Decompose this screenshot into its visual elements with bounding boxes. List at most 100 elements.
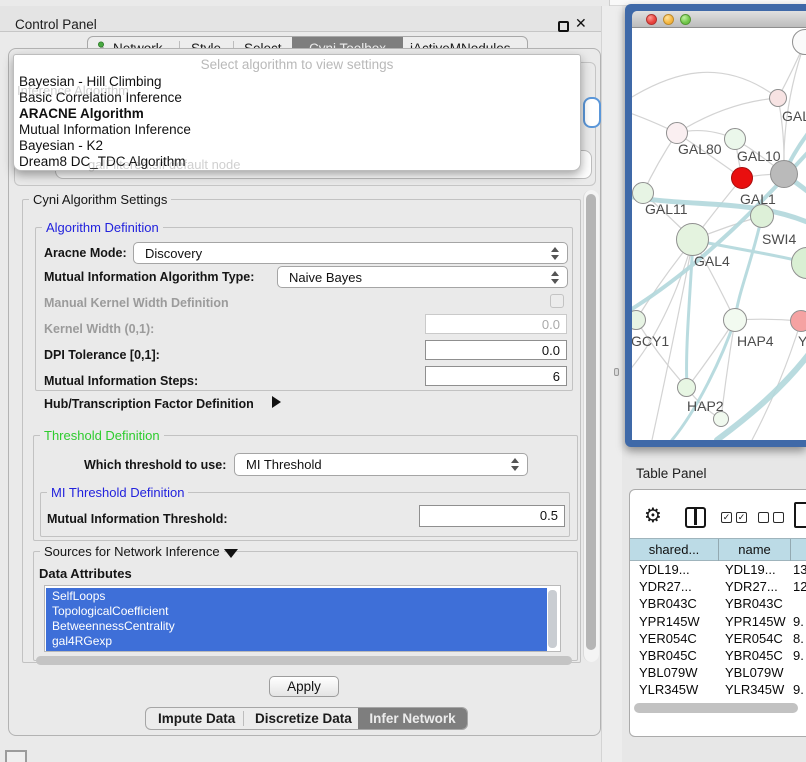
dropdown-item[interactable]: Basic Correlation Inference [19, 90, 182, 105]
stepper-arrows-icon [551, 247, 559, 260]
dropdown-item-selected[interactable]: ARACNE Algorithm [19, 106, 144, 121]
cell: YDL19... [725, 562, 776, 577]
table-row[interactable]: YDR27... YDR27... 12 [630, 578, 806, 595]
corner-widget-icon[interactable] [5, 750, 27, 762]
close-icon[interactable]: ✕ [575, 15, 587, 32]
mi-steps-field[interactable]: 6 [425, 366, 567, 386]
checked-checkbox-icon[interactable]: ✓ [721, 512, 732, 523]
dropdown-item[interactable]: Bayesian - Hill Climbing [19, 74, 162, 89]
dropdown-item[interactable]: Bayesian - K2 [19, 138, 103, 153]
cell: YBR043C [639, 596, 697, 611]
node-label: GAL4 [694, 253, 730, 269]
list-item-selected[interactable]: gal4RGexp [46, 633, 547, 651]
cell: YLR345W [725, 682, 784, 697]
network-node-gal4[interactable] [676, 223, 709, 256]
list-item-selected[interactable]: TopologicalCoefficient [46, 603, 547, 618]
cell: 13 [793, 562, 806, 577]
list-item-selected[interactable]: BetweennessCentrality [46, 618, 547, 633]
kernel-width-field[interactable]: 0.0 [425, 314, 567, 334]
network-node-hap2[interactable] [677, 378, 696, 397]
table-row[interactable]: YBR043C YBR043C [630, 595, 806, 612]
dropdown-item[interactable]: Dream8 DC_TDC Algorithm [19, 154, 186, 169]
node-label-clipped: GAL [782, 108, 806, 124]
cell: YPR145W [639, 614, 700, 629]
settings-scrollbar-thumb[interactable] [586, 194, 596, 650]
mi-threshold-group-title: MI Threshold Definition [47, 485, 188, 500]
table-row[interactable]: YER054C YER054C 8. [630, 630, 806, 647]
cell: 9. [793, 682, 804, 697]
float-window-icon[interactable] [558, 21, 569, 32]
table-row[interactable]: YLR345W YLR345W 9. [630, 681, 806, 698]
cell: 12 [793, 579, 806, 594]
dpi-tolerance-field[interactable]: 0.0 [425, 340, 567, 360]
threshold-definition-title: Threshold Definition [40, 428, 164, 443]
tab-infer-network[interactable]: Infer Network [358, 708, 467, 729]
split-columns-icon[interactable] [685, 507, 706, 528]
table-row[interactable]: YBR045C YBR045C 9. [630, 647, 806, 664]
table-row[interactable]: YDL19... YDL19... 13 [630, 561, 806, 578]
mi-threshold-label: Mutual Information Threshold: [47, 512, 228, 526]
aracne-mode-value: Discovery [145, 246, 202, 261]
screenshot-stage: Control Panel ✕ Network Style Select Cyn… [0, 0, 806, 762]
table-header-row: shared... name [630, 538, 806, 561]
network-node-gal10[interactable] [724, 128, 746, 150]
tab-separator [243, 711, 244, 726]
cell: YPR145W [725, 614, 786, 629]
mi-algorithm-type-combobox[interactable]: Naive Bayes [277, 266, 568, 288]
tab-discretize-data[interactable]: Discretize Data [255, 711, 352, 726]
splitter-handle-icon[interactable] [614, 368, 619, 376]
network-node-salmon[interactable] [790, 310, 806, 332]
window-minimize-icon[interactable] [663, 14, 674, 25]
algorithm-dropdown-list: Select algorithm to view settings Bayesi… [13, 54, 581, 171]
checked-checkbox-icon[interactable]: ✓ [736, 512, 747, 523]
table-horizontal-scrollbar[interactable] [634, 703, 798, 713]
collapse-arrow-icon[interactable] [224, 549, 238, 558]
window-zoom-icon[interactable] [680, 14, 691, 25]
cell: 9. [793, 700, 804, 702]
expand-arrow-icon[interactable] [272, 396, 281, 408]
algorithm-definition-title: Algorithm Definition [42, 220, 163, 235]
cell: YIL052C [725, 700, 776, 702]
cell: YER054C [639, 631, 697, 646]
cell: 8. [793, 631, 804, 646]
horizontal-scrollbar[interactable] [36, 656, 572, 665]
network-node[interactable] [769, 89, 787, 107]
cell: YBL079W [639, 665, 698, 680]
manual-kernel-width-checkbox[interactable] [550, 294, 564, 308]
which-threshold-combobox[interactable]: MI Threshold [234, 453, 528, 476]
window-close-icon[interactable] [646, 14, 657, 25]
network-node-swi4[interactable] [750, 204, 774, 228]
network-node-gray[interactable] [770, 160, 798, 188]
column-divider[interactable] [790, 539, 791, 562]
control-panel-title: Control Panel [15, 17, 97, 32]
page-icon-clipped[interactable] [794, 502, 806, 528]
network-window-titlebar[interactable] [632, 11, 806, 28]
tab-impute-data[interactable]: Impute Data [158, 711, 235, 726]
cell: YBR043C [725, 596, 783, 611]
network-canvas[interactable]: GAL80 GAL10 GAL1 GAL11 SWI4 GAL4 GCY1 HA… [632, 28, 806, 440]
tab-infer-network-label: Infer Network [358, 711, 467, 726]
list-item-selected[interactable]: SelfLoops [46, 588, 547, 603]
table-row-clipped[interactable]: YIL052C YIL052C 9. [630, 699, 806, 702]
table-row[interactable]: YBL079W YBL079W [630, 664, 806, 681]
cell: YDL19... [639, 562, 690, 577]
dropdown-item[interactable]: Mutual Information Inference [19, 122, 191, 137]
manual-kernel-width-label: Manual Kernel Width Definition [44, 296, 229, 310]
mi-threshold-field[interactable]: 0.5 [419, 505, 565, 527]
network-node-selected-red[interactable] [731, 167, 753, 189]
panel-splitter[interactable] [601, 6, 622, 762]
network-node-hap4[interactable] [723, 308, 747, 332]
gear-icon[interactable]: ⚙ [644, 503, 662, 527]
list-vertical-scrollbar[interactable] [548, 590, 557, 648]
dropdown-placeholder: Select algorithm to view settings [14, 57, 580, 72]
column-header-name[interactable]: name [719, 542, 790, 557]
apply-button[interactable]: Apply [269, 676, 339, 697]
unchecked-checkbox-icon[interactable] [773, 512, 784, 523]
cell: 9. [793, 614, 804, 629]
table-row[interactable]: YPR145W YPR145W 9. [630, 613, 806, 630]
unchecked-checkbox-icon[interactable] [758, 512, 769, 523]
cell: 9. [793, 648, 804, 663]
aracne-mode-combobox[interactable]: Discovery [133, 242, 568, 264]
column-header-shared[interactable]: shared... [630, 542, 718, 557]
algorithm-combobox-fragment[interactable] [583, 97, 601, 128]
